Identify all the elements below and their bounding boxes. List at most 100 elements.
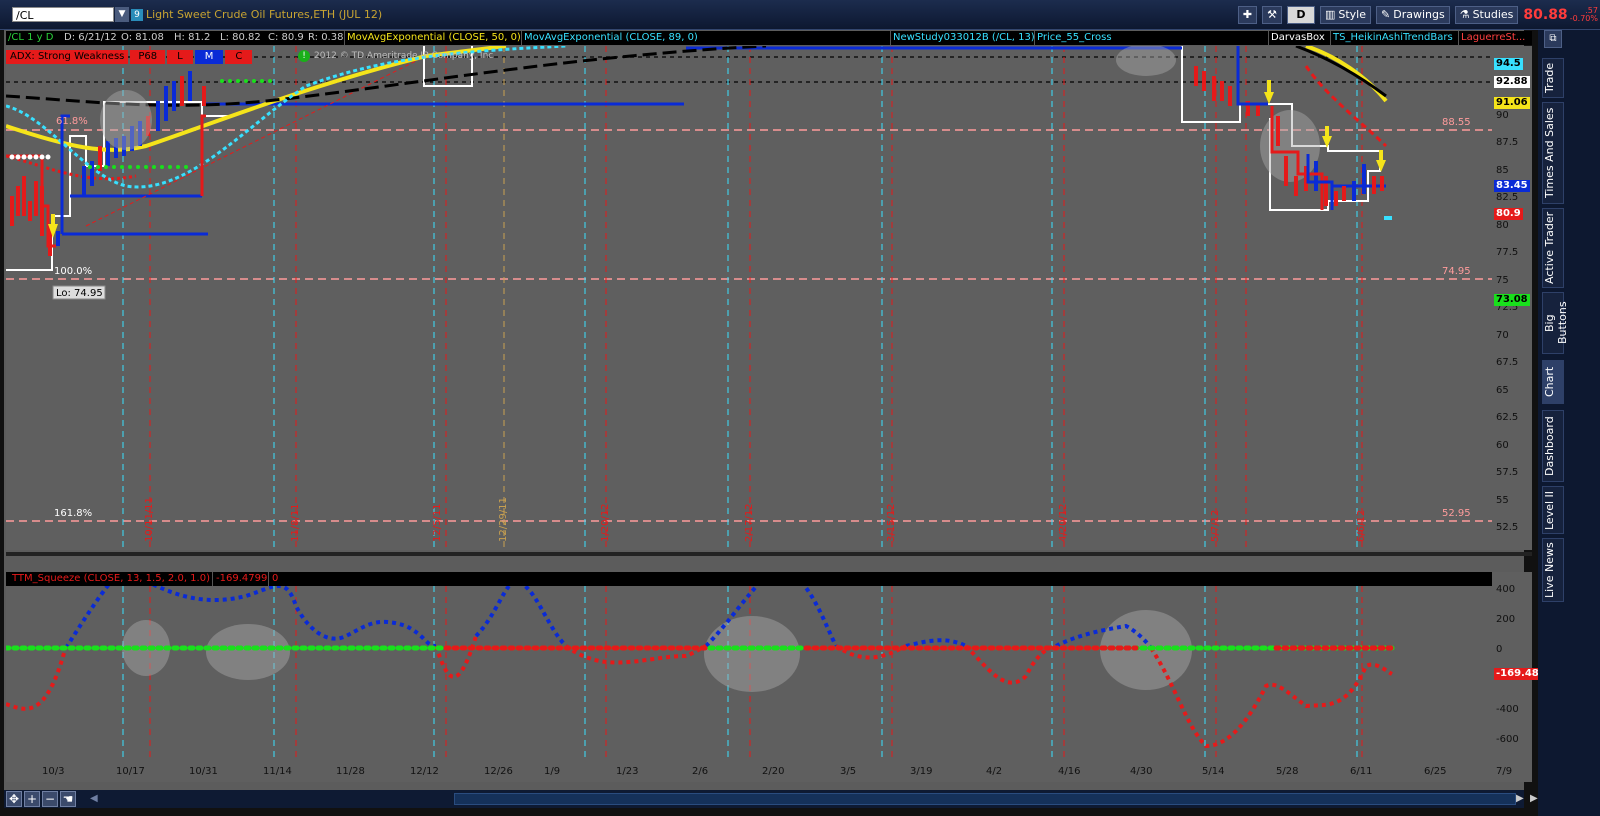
scroll-left-icon[interactable]: ◀ [90,793,98,804]
tab-active-trader[interactable]: Active Trader [1542,208,1564,288]
time-tick: 4/30 [1130,766,1153,777]
study-newstudy-label[interactable]: NewStudy033012B (/CL, 13) [890,31,1035,45]
vlabel-6: 2/17/12 [744,503,755,542]
ttm-line-red-2 [434,635,478,679]
vlabel-7: 3/15/12 [886,503,897,542]
time-tick: 3/19 [910,766,933,777]
tag-8345: 83.45 [1494,180,1530,192]
time-tick: 11/28 [336,766,365,777]
ttm-tick: -400 [1496,704,1519,715]
price-tick: 75 [1496,275,1509,286]
time-axis[interactable]: 10/3 10/17 10/31 11/14 11/28 12/12 12/26… [6,762,1532,782]
squeeze-highlight-top [1116,46,1176,76]
info-high: H: 81.2 [174,32,211,43]
tab-times-and-sales[interactable]: Times And Sales [1542,102,1564,204]
time-tick: 6/25 [1424,766,1447,777]
tab-live-news[interactable]: Live News [1542,538,1564,602]
settings-button[interactable]: ⚒ [1262,6,1282,24]
side-tabs: ⧉ Trade Times And Sales Active Trader Bi… [1538,30,1600,816]
study-laguerre-label[interactable]: LaguerreSt... [1458,31,1525,45]
time-tick: 1/9 [544,766,561,777]
squeeze-highlight-right [1260,110,1320,182]
adx-c: C [225,50,253,64]
price-chart-svg: 10/11/11 11/8/11 12/5/11 12/29/11 1/20/1… [6,46,1492,550]
chart-info-bar: /CL 1 y D D: 6/21/12 O: 81.08 H: 81.2 L:… [6,31,1532,45]
symbol-dropdown-icon[interactable]: ▼ [115,7,129,22]
tab-chart[interactable]: Chart [1542,360,1564,404]
info-icon[interactable]: ! [298,50,310,62]
tab-big-buttons[interactable]: Big Buttons [1542,292,1569,354]
tag-9106: 91.06 [1494,97,1530,109]
link-badge[interactable]: 9 [131,9,143,21]
tag-7308: 73.08 [1494,294,1530,306]
scroll-right-icon[interactable]: ▶ [1516,793,1524,804]
scroll-thumb[interactable] [454,793,1516,805]
fib-1618-label: 161.8% [54,508,92,519]
period-button[interactable]: D [1286,6,1315,24]
time-tick: 4/2 [986,766,1003,777]
heikin-blue-right [1236,46,1268,106]
detach-icon[interactable]: ⧉ [1544,30,1562,48]
study-darvas-label[interactable]: DarvasBox [1268,31,1325,45]
panel-divider[interactable] [6,552,1532,556]
ttm-squeeze-panel[interactable] [6,586,1492,762]
price-tick: 62.5 [1496,412,1519,423]
style-label: Style [1338,8,1366,21]
ttm-tick: -600 [1496,734,1519,745]
fib-level-5295: 52.95 [1442,508,1471,519]
price-tick: 67.5 [1496,357,1519,368]
time-tick: 10/31 [189,766,218,777]
time-tick: 2/20 [762,766,785,777]
lower-study-header: TTM_Squeeze (CLOSE, 13, 1.5, 2.0, 1.0) -… [6,572,1492,586]
flask-icon: ⚗ [1459,8,1470,21]
ttm-tag: -169.48 [1494,668,1541,680]
ttm-title[interactable]: TTM_Squeeze (CLOSE, 13, 1.5, 2.0, 1.0) [12,572,210,586]
tab-trade[interactable]: Trade [1542,58,1564,98]
time-scrollbar[interactable]: ◀ ▶ ▶| [4,790,1541,808]
study-ema89-label[interactable]: MovAvgExponential (CLOSE, 89, 0) [521,31,698,45]
tab-level-ii[interactable]: Level II [1542,486,1564,534]
adx-label: ADX: Strong Weakness [6,50,129,64]
price-tick: 85 [1496,165,1509,176]
price-tick: 52.5 [1496,522,1519,533]
copyright-notice: ! 2012 © TD Ameritrade IP Company, Inc [298,50,493,62]
time-tick: 7/9 [1496,766,1513,777]
fib-level-7495: 74.95 [1442,266,1471,277]
ttm-highlight-2 [206,624,290,680]
time-tick: 2/6 [692,766,709,777]
price-tick: 80 [1496,220,1509,231]
price-axis[interactable]: 90 87.5 85 82.5 80 77.5 75 72.5 70 67.5 … [1492,46,1532,550]
studies-button[interactable]: ⚗ Studies [1454,6,1519,24]
heikin-red-mid [200,114,206,196]
study-price55-label[interactable]: Price_55_Cross [1034,31,1112,45]
price-panel[interactable]: 10/11/11 11/8/11 12/5/11 12/29/11 1/20/1… [6,46,1492,550]
fib-level-8855: 88.55 [1442,117,1471,128]
crosshair-icon: ✚ [1242,8,1253,21]
style-button[interactable]: ▥ Style [1319,6,1371,24]
tag-945: 94.5 [1494,58,1523,70]
time-tick: 3/5 [840,766,857,777]
vlabel-1: 10/11/11 [144,497,155,542]
study-ema50-label[interactable]: MovAvgExponential (CLOSE, 50, 0) [344,31,521,45]
squeeze-highlight-left [100,90,152,150]
pan-icon[interactable]: ✥ [6,791,22,807]
fib-100-label: 100.0% [54,266,92,277]
zoom-out-icon[interactable]: − [42,791,58,807]
hand-icon[interactable]: ☚ [60,791,76,807]
ttm-line-blue-2 [151,586,437,648]
price-tick: 55 [1496,495,1509,506]
zoom-in-icon[interactable]: + [24,791,40,807]
vlabel-2: 11/8/11 [290,503,301,542]
price-tick: 65 [1496,385,1509,396]
ttm-axis[interactable]: 400 200 0 -400 -600 -169.48 [1492,572,1541,762]
info-range: R: 0.38 [308,32,344,43]
tab-dashboard[interactable]: Dashboard [1542,410,1564,482]
tag-809: 80.9 [1494,208,1523,220]
symbol-input[interactable]: /CL [12,7,114,22]
study-heikin-label[interactable]: TS_HeikinAshiTrendBars [1330,31,1453,45]
pct-change: -0.70% [1569,14,1598,23]
zoom-controls: ✥ + − ☚ [6,791,76,807]
cursor-tool-button[interactable]: ✚ [1237,6,1258,24]
app-frame: /CL ▼ 9 Light Sweet Crude Oil Futures,ET… [0,0,1600,816]
drawings-button[interactable]: ✎ Drawings [1376,6,1450,24]
